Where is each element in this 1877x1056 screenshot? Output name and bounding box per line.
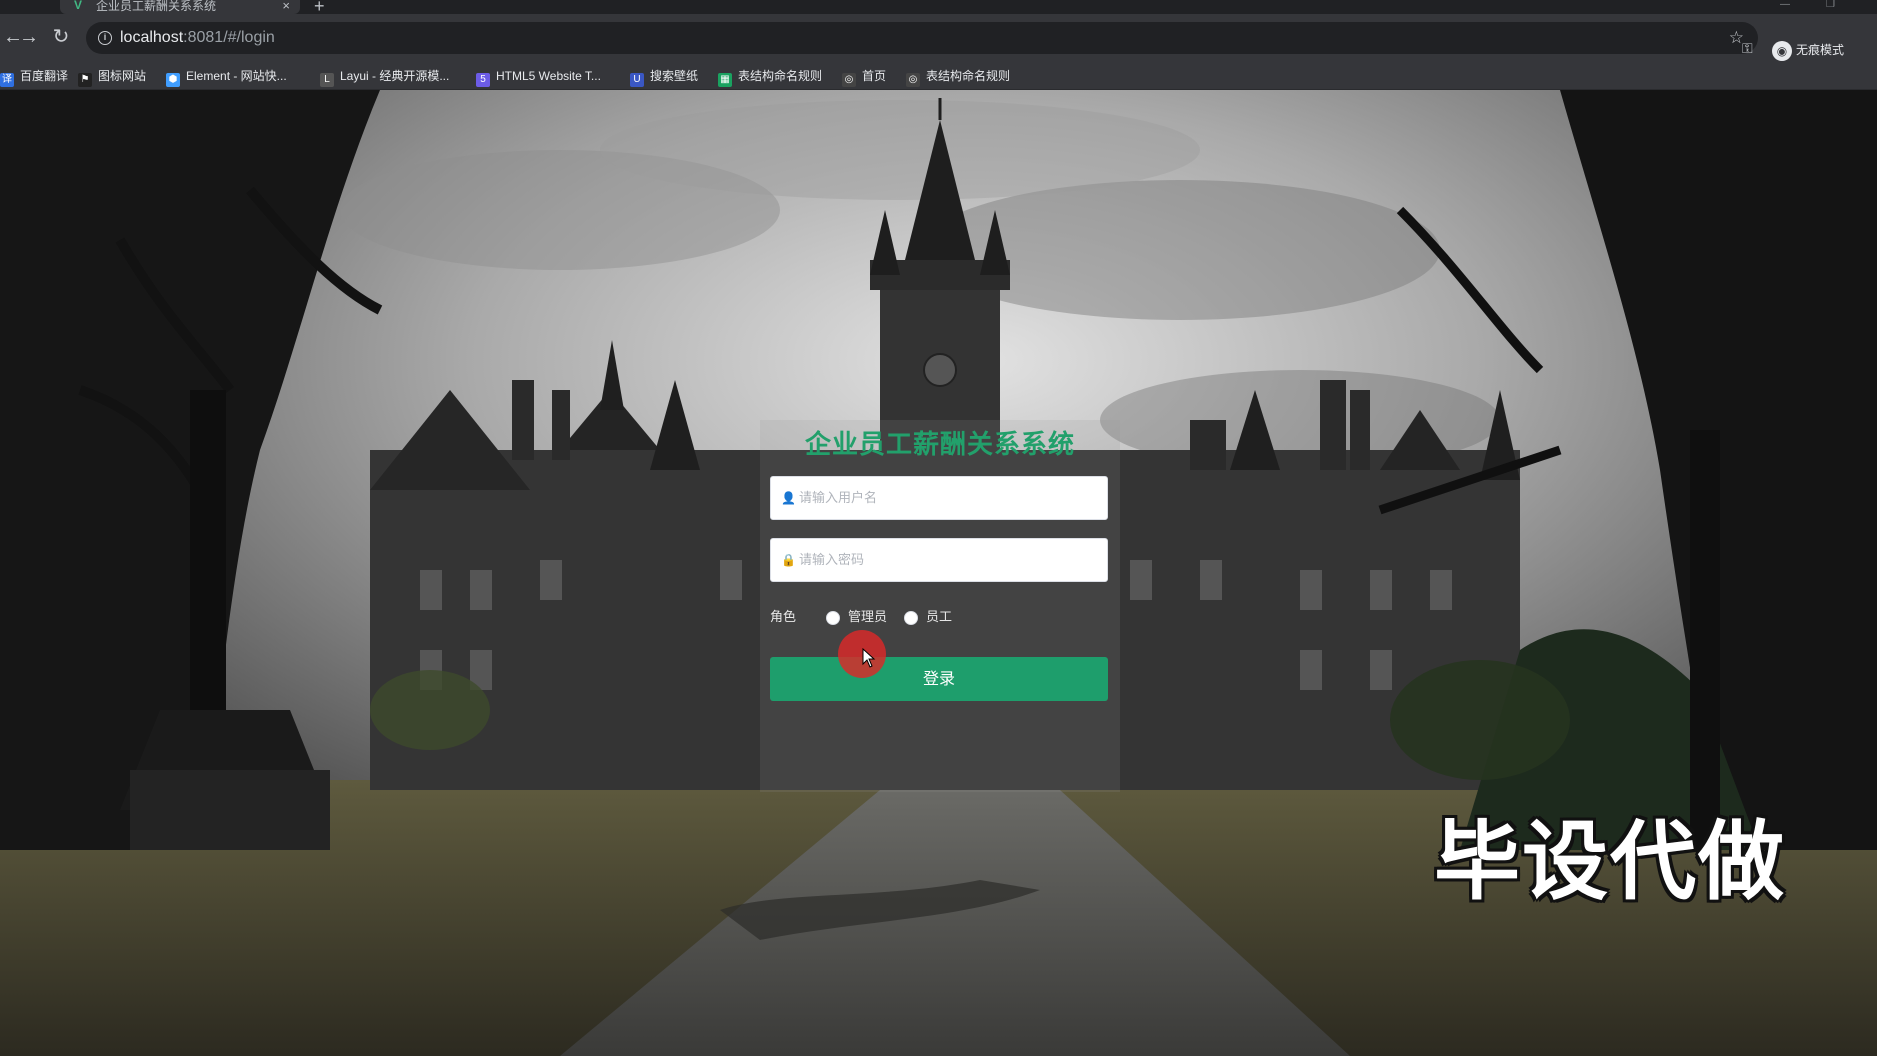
tab-title: 企业员工薪酬关系系统 [96, 0, 217, 13]
bookmark-item[interactable]: 译百度翻译 [0, 62, 68, 90]
password-field[interactable]: 🔒 [770, 538, 1108, 582]
bookmark-item[interactable]: 5 HTML5 Website T... [476, 62, 601, 90]
address-url[interactable]: localhost:8081/#/login [120, 22, 275, 54]
bookmark-item[interactable]: L Layui - 经典开源模... [320, 62, 449, 90]
tab-close-icon[interactable]: × [282, 0, 290, 12]
radio-circle[interactable] [826, 611, 840, 625]
globe-icon: ◎ [906, 73, 920, 87]
mouse-cursor-icon [862, 648, 876, 668]
system-title: 企业员工薪酬关系系统 [804, 430, 1075, 460]
forward-icon[interactable]: → [16, 25, 42, 51]
role-label: 角色 [770, 610, 797, 625]
login-button[interactable]: 登录 [770, 657, 1108, 701]
translate-icon: 译 [0, 73, 14, 87]
minimize-icon[interactable]: — [1780, 0, 1790, 10]
new-tab-icon[interactable]: + [314, 0, 325, 15]
login-page: 企业员工薪酬关系系统 👤 🔒 角色 管理员 员工 登录 毕设代做 [0, 90, 1877, 1056]
bookmark-item[interactable]: ▦ 表结构命名规则 [718, 62, 822, 90]
wallpaper-icon: U [630, 73, 644, 87]
globe-icon: ◎ [842, 73, 856, 87]
address-bar[interactable]: i localhost:8081/#/login ☆ [86, 22, 1758, 54]
role-option-label: 员工 [926, 610, 953, 625]
radio-circle[interactable] [904, 611, 918, 625]
bookmark-item[interactable]: ⬢ Element - 网站快... [166, 62, 287, 90]
username-field[interactable]: 👤 [770, 476, 1108, 520]
bookmark-item[interactable]: ◎ 表结构命名规则 [906, 62, 1010, 90]
lock-icon: 🔒 [781, 553, 796, 567]
bookmark-item[interactable]: U 搜索壁纸 [630, 62, 698, 90]
table-icon: ▦ [718, 73, 732, 87]
vue-favicon-icon: V [74, 0, 83, 12]
role-selector: 角色 管理员 员工 [770, 608, 1108, 628]
layui-icon: L [320, 73, 334, 87]
bookmarks-bar: 译百度翻译 ⚑ 图标网站 ⬢ Element - 网站快... L Layui - 经… [0, 62, 1877, 90]
bookmark-item[interactable]: ◎ 首页 [842, 62, 886, 90]
user-icon: 👤 [781, 491, 796, 505]
key-icon[interactable]: ⚿ [1742, 40, 1753, 57]
bookmark-item[interactable]: ⚑ 图标网站 [78, 62, 146, 90]
html5-icon: 5 [476, 73, 490, 87]
element-icon: ⬢ [166, 73, 180, 87]
browser-tab[interactable]: V 企业员工薪酬关系系统 × [60, 0, 300, 14]
browser-tabstrip: V 企业员工薪酬关系系统 × + — ❐ [0, 0, 1877, 15]
password-input[interactable] [799, 539, 1099, 581]
reload-icon[interactable]: ↻ [48, 25, 74, 51]
username-input[interactable] [799, 477, 1099, 519]
watermark-text: 毕设代做 [1434, 812, 1786, 912]
maximize-icon[interactable]: ❐ [1826, 0, 1835, 10]
incognito-label: 无痕模式 [1796, 43, 1845, 57]
site-info-icon[interactable]: i [98, 31, 112, 45]
incognito-badge[interactable]: ◉ 无痕模式 [1772, 38, 1844, 62]
role-option-label: 管理员 [848, 610, 888, 625]
incognito-icon: ◉ [1772, 40, 1792, 61]
flag-icon: ⚑ [78, 73, 92, 87]
browser-toolbar: ← → ↻ i localhost:8081/#/login ☆ ⚿ ◉ 无痕模式 [0, 14, 1877, 62]
